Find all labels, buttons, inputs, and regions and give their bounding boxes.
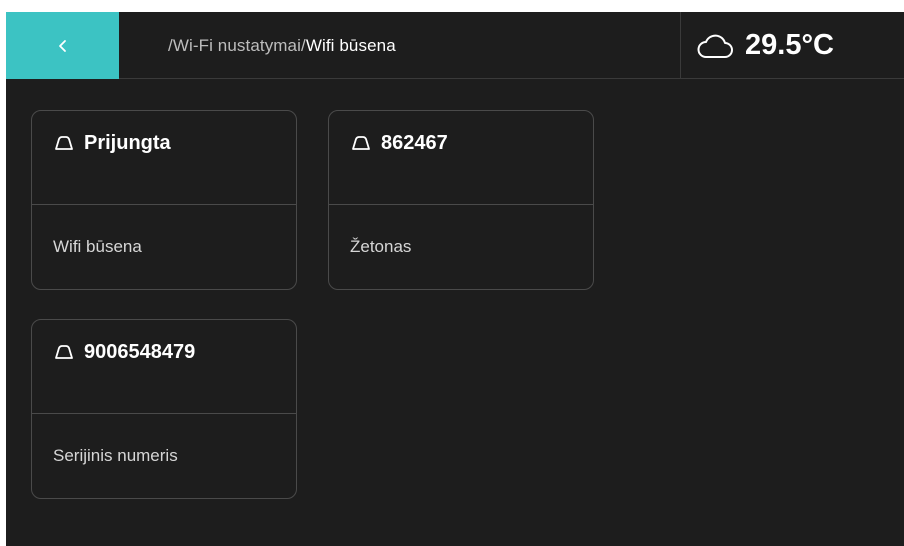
- rounded-shape-icon: [55, 345, 73, 359]
- breadcrumb-parent[interactable]: /Wi-Fi nustatymai/: [168, 36, 306, 56]
- card-header: Prijungta: [32, 111, 296, 205]
- cloud-icon: [697, 34, 733, 58]
- serial-number-card[interactable]: 9006548479 Serijinis numeris: [31, 319, 297, 499]
- breadcrumb-current: Wifi būsena: [305, 35, 396, 55]
- chevron-left-icon: [58, 39, 66, 52]
- temperature-readout: 29.5°C: [745, 29, 834, 61]
- screen: /Wi-Fi nustatymai/Wifi būsena 29.5°C Pri…: [6, 12, 904, 546]
- breadcrumb: /Wi-Fi nustatymai/Wifi būsena: [168, 12, 396, 79]
- weather-widget: 29.5°C: [680, 12, 904, 79]
- token-card[interactable]: 862467 Žetonas: [328, 110, 594, 290]
- card-value: 9006548479: [84, 341, 196, 363]
- card-header: 9006548479: [32, 320, 296, 414]
- card-header: 862467: [329, 111, 593, 205]
- back-button[interactable]: [6, 12, 119, 79]
- top-bar: /Wi-Fi nustatymai/Wifi būsena 29.5°C: [6, 12, 904, 79]
- card-label: Wifi būsena: [53, 237, 142, 256]
- rounded-shape-icon: [352, 136, 370, 150]
- card-label: Žetonas: [350, 237, 412, 256]
- card-value: 862467: [381, 132, 448, 154]
- rounded-shape-icon: [55, 136, 73, 150]
- card-value: Prijungta: [84, 132, 171, 154]
- wifi-status-card[interactable]: Prijungta Wifi būsena: [31, 110, 297, 290]
- card-label: Serijinis numeris: [53, 446, 178, 465]
